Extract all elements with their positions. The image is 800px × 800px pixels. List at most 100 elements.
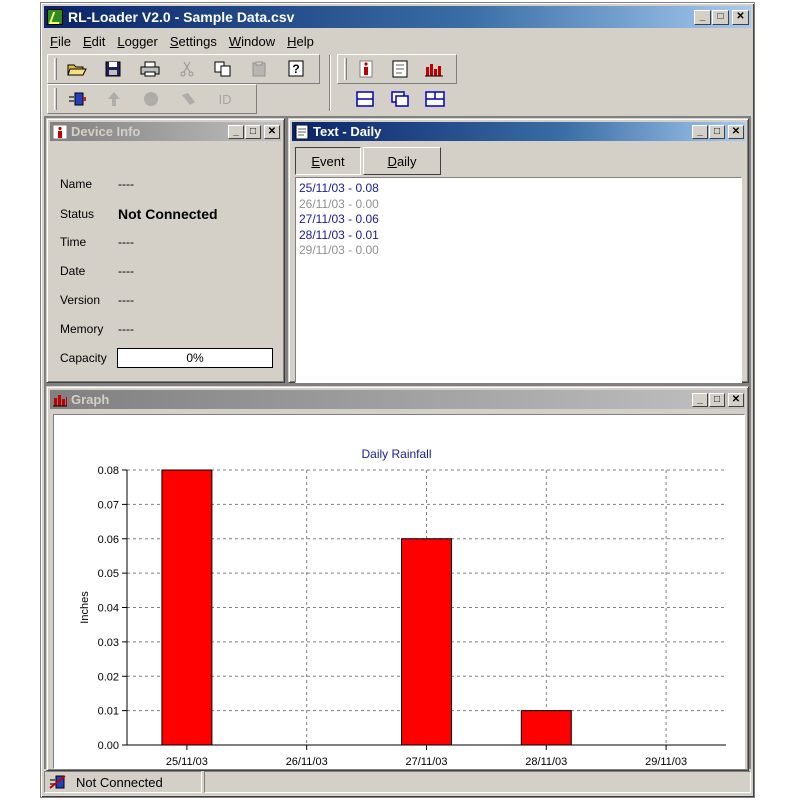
device-info-maximize-button[interactable]: □ <box>245 124 261 139</box>
text-daily-window: Text - Daily _ □ ✕ Event Daily 25/11/03 … <box>288 118 749 383</box>
tab-event[interactable]: Event <box>295 147 361 175</box>
device-info-row-capacity: Capacity <box>60 351 107 365</box>
close-button[interactable]: ✕ <box>732 9 749 25</box>
graph-view-icon[interactable] <box>422 57 447 81</box>
toolbar-window <box>337 84 457 114</box>
device-info-window-icon <box>53 124 67 139</box>
save-icon[interactable] <box>100 57 128 81</box>
toolbar-view <box>337 54 457 84</box>
device-info-row-memory: Memory ---- <box>60 322 134 336</box>
menu-settings[interactable]: Settings <box>164 34 223 49</box>
y-tick-label: 0.03 <box>98 637 119 649</box>
status-panel-empty <box>204 771 751 793</box>
tile-vertical-icon[interactable] <box>422 87 448 111</box>
text-daily-maximize-button[interactable]: □ <box>709 124 725 139</box>
x-tick-label: 27/11/03 <box>405 756 447 768</box>
device-info-row-time: Time ---- <box>60 235 134 249</box>
title-bar[interactable]: RL-Loader V2.0 - Sample Data.csv _ □ ✕ <box>44 6 751 28</box>
x-tick-label: 28/11/03 <box>525 756 567 768</box>
device-info-minimize-button[interactable]: _ <box>228 124 244 139</box>
connect-plug-icon[interactable] <box>63 87 91 111</box>
print-icon[interactable] <box>136 57 164 81</box>
text-daily-minimize-button[interactable]: _ <box>692 124 708 139</box>
graph-window: Graph _ □ ✕ Daily Rainfall 0.00 0.01 0.02 0.… <box>46 386 749 771</box>
text-daily-title-bar[interactable]: Text - Daily _ □ ✕ <box>292 122 745 141</box>
maximize-button[interactable]: □ <box>712 9 729 25</box>
device-info-row-version: Version ---- <box>60 293 134 307</box>
open-folder-icon[interactable] <box>63 57 91 81</box>
device-info-icon[interactable] <box>353 57 378 81</box>
record-circle-icon[interactable] <box>137 87 165 111</box>
x-tick-label: 29/11/03 <box>645 756 687 768</box>
menu-logger[interactable]: Logger <box>111 34 163 49</box>
device-info-row-date: Date ---- <box>60 264 134 278</box>
minimize-button[interactable]: _ <box>694 9 711 25</box>
window-title: RL-Loader V2.0 - Sample Data.csv <box>68 9 295 25</box>
y-tick-label: 0.02 <box>98 671 119 683</box>
list-item: 27/11/03 - 0.06 <box>299 212 379 226</box>
device-info-close-button[interactable]: ✕ <box>264 124 280 139</box>
status-panel-connection: Not Connected <box>44 771 202 793</box>
y-tick-label: 0.05 <box>98 568 119 580</box>
text-daily-window-icon <box>295 124 309 139</box>
tile-horizontal-icon[interactable] <box>352 87 378 111</box>
y-tick-label: 0.00 <box>98 740 119 752</box>
menu-bar: File Edit Logger Settings Window Help <box>44 30 320 52</box>
device-info-row-name: Name ---- <box>60 177 134 191</box>
status-value: Not Connected <box>118 206 218 222</box>
status-text: Not Connected <box>76 774 163 790</box>
disconnected-plug-icon <box>49 775 66 789</box>
menu-edit[interactable]: Edit <box>77 34 111 49</box>
y-tick-label: 0.06 <box>98 534 119 546</box>
status-bar: Not Connected <box>44 771 751 795</box>
upload-arrow-icon[interactable] <box>100 87 128 111</box>
svg-text:?: ? <box>293 62 300 76</box>
x-tick-label: 25/11/03 <box>166 756 208 768</box>
capacity-value: 0% <box>186 351 204 365</box>
graph-canvas: Daily Rainfall 0.00 0.01 0.02 0.03 0.04 0.05 0.… <box>53 414 745 769</box>
y-tick-label: 0.04 <box>98 603 119 615</box>
list-item: 25/11/03 - 0.08 <box>299 181 379 195</box>
bar <box>520 710 572 746</box>
graph-title-bar[interactable]: Graph _ □ ✕ <box>50 390 745 409</box>
help-icon[interactable]: ? <box>282 57 310 81</box>
text-daily-title: Text - Daily <box>313 124 382 139</box>
y-axis-label: Inches <box>79 591 91 624</box>
chart-title: Daily Rainfall <box>361 447 431 461</box>
app-window: RL-Loader V2.0 - Sample Data.csv _ □ ✕ F… <box>40 2 755 798</box>
device-info-window: Device Info _ □ ✕ Name ---- Status Not C… <box>46 118 285 383</box>
text-view-icon[interactable] <box>387 57 412 81</box>
toolbar-file: ? <box>47 54 320 84</box>
toolbar-logger: ID <box>47 84 257 114</box>
paste-icon[interactable] <box>246 57 274 81</box>
menu-window[interactable]: Window <box>223 34 281 49</box>
menu-file[interactable]: File <box>44 34 77 49</box>
list-item: 26/11/03 - 0.00 <box>299 196 379 211</box>
copy-icon[interactable] <box>209 57 237 81</box>
device-info-title-bar[interactable]: Device Info _ □ ✕ <box>50 122 281 141</box>
text-daily-list[interactable]: 25/11/03 - 0.08 26/11/03 - 0.00 27/11/03… <box>295 177 742 383</box>
device-info-row-status: Status Not Connected <box>60 206 218 222</box>
y-tick-label: 0.07 <box>98 499 119 511</box>
menu-help[interactable]: Help <box>281 34 320 49</box>
tab-daily[interactable]: Daily <box>363 147 441 175</box>
graph-title: Graph <box>71 392 110 407</box>
rainfall-chart: Daily Rainfall 0.00 0.01 0.02 0.03 0.04 0.05 0.… <box>79 447 726 768</box>
graph-close-button[interactable]: ✕ <box>728 392 744 407</box>
y-tick-label: 0.08 <box>98 465 119 477</box>
y-tick-label: 0.01 <box>98 706 119 718</box>
list-item: 29/11/03 - 0.00 <box>299 243 379 257</box>
cut-icon[interactable] <box>173 57 201 81</box>
mdi-client-area: Device Info _ □ ✕ Name ---- Status Not C… <box>44 116 751 771</box>
text-daily-close-button[interactable]: ✕ <box>728 124 744 139</box>
graph-maximize-button[interactable]: □ <box>709 392 725 407</box>
erase-icon[interactable] <box>174 87 202 111</box>
bar <box>401 538 452 746</box>
cascade-icon[interactable] <box>387 87 413 111</box>
graph-minimize-button[interactable]: _ <box>692 392 708 407</box>
list-item: 28/11/03 - 0.01 <box>299 227 379 242</box>
device-info-title: Device Info <box>71 124 141 139</box>
graph-window-icon <box>53 394 67 406</box>
id-button[interactable]: ID <box>211 87 239 111</box>
app-icon[interactable] <box>47 9 63 25</box>
